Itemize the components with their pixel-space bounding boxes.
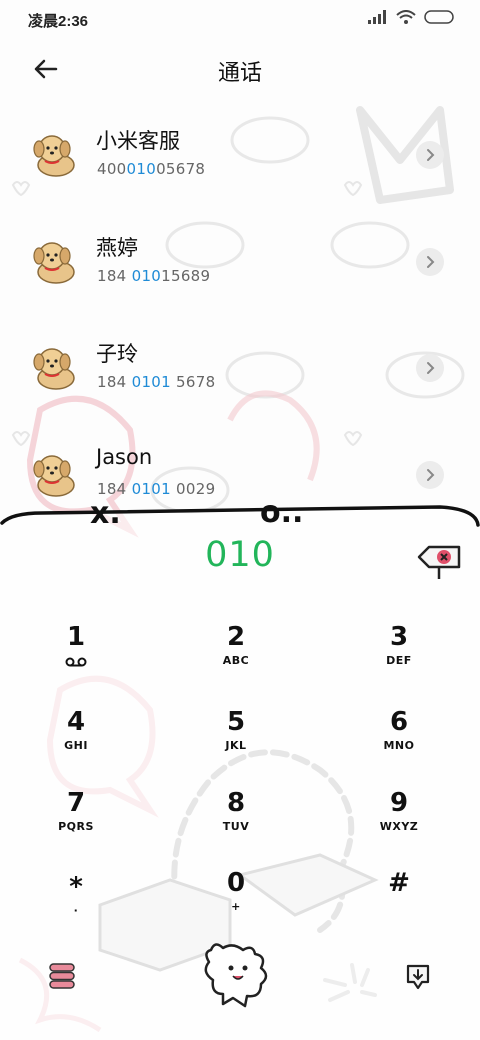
contact-number: 40001005678 [97,160,206,178]
contact-item[interactable]: 小米客服 40001005678 [0,105,480,205]
contact-number: 184 01015689 [97,267,211,285]
dog-avatar-icon [33,348,75,390]
chevron-right-icon [427,256,435,268]
key-2[interactable]: 2 ABC [176,622,296,702]
contact-detail-button[interactable] [416,461,444,489]
key-4[interactable]: 4 GHI [16,707,136,787]
key-3[interactable]: 3 DEF [339,622,459,702]
key-6[interactable]: 6 MNO [339,707,459,787]
dialed-number: 010 [205,535,275,575]
voicemail-icon [65,657,87,667]
key-8[interactable]: 8 TUV [176,788,296,868]
contact-detail-button[interactable] [416,354,444,382]
page-title: 通话 [217,61,262,86]
key-7[interactable]: 7 PQRS [16,788,136,868]
dog-avatar-icon [33,242,75,284]
status-bar: 凌晨2:36 [0,0,480,40]
header: 通话 [0,45,480,95]
contact-item[interactable]: 燕婷 184 01015689 [0,212,480,312]
key-1[interactable]: 1 [16,622,136,702]
status-time: 凌晨2:36 [28,13,89,30]
menu-icon[interactable] [48,962,76,990]
chevron-right-icon [427,469,435,481]
key-star[interactable]: * · [16,872,136,952]
contact-name: 子玲 [96,342,138,366]
contact-item[interactable]: 子玲 184 0101 5678 [0,318,480,418]
dog-avatar-icon [33,135,75,177]
signal-icon [368,10,386,24]
key-hash[interactable]: # [339,868,459,948]
call-icon[interactable] [203,938,273,1013]
key-5[interactable]: 5 JKL [176,707,296,787]
contact-name: 小米客服 [96,129,180,153]
dialpad-hide-icon[interactable] [404,962,432,992]
dog-avatar-icon [33,455,75,497]
chevron-right-icon [427,149,435,161]
contact-detail-button[interactable] [416,141,444,169]
delete-icon [417,545,461,579]
key-0[interactable]: 0 + [176,868,296,948]
wifi-icon [396,10,416,24]
svg-text:x.: x. [90,505,121,531]
contact-detail-button[interactable] [416,248,444,276]
contact-number: 184 0101 0029 [97,480,216,498]
delete-button[interactable] [415,537,465,583]
chevron-right-icon [427,362,435,374]
contact-name: Jason [96,445,153,469]
battery-icon [424,10,454,24]
contact-number: 184 0101 5678 [97,373,216,391]
svg-text:o..: o.. [260,505,303,530]
contact-name: 燕婷 [96,236,138,260]
key-9[interactable]: 9 WXYZ [339,788,459,868]
